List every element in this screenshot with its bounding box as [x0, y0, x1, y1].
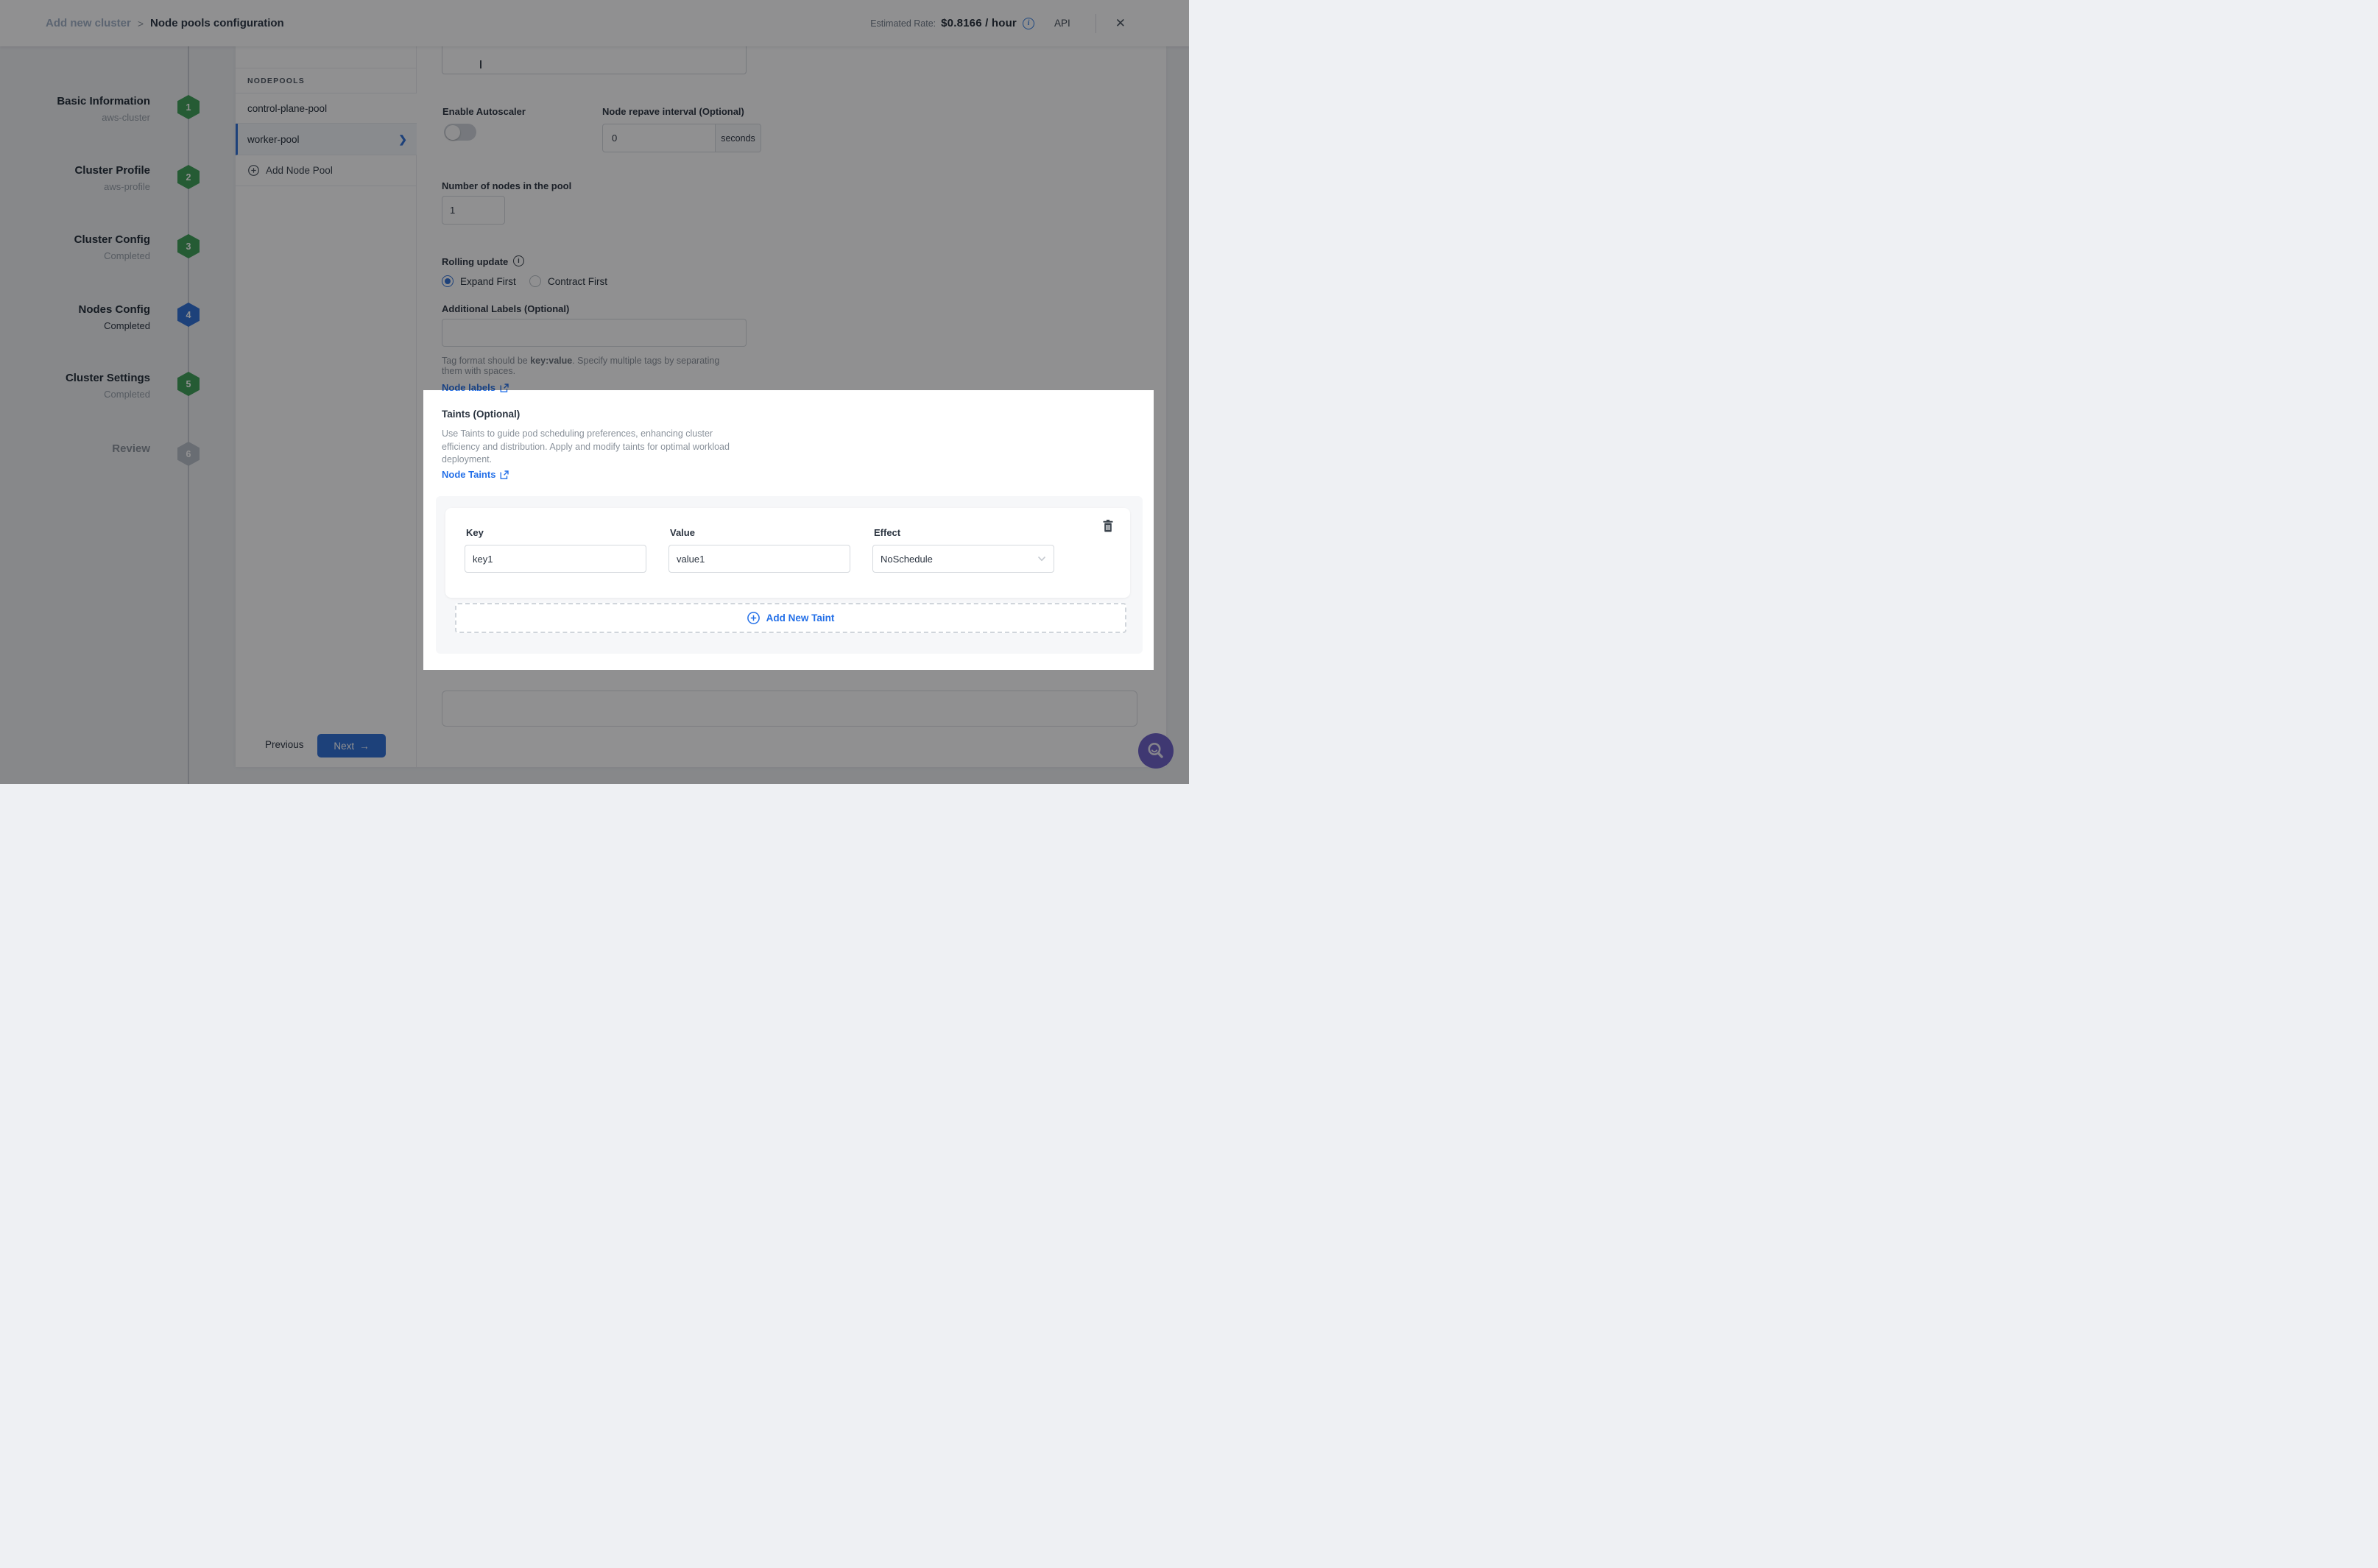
node-repave-interval-label: Node repave interval (Optional)	[602, 106, 744, 117]
step-subtitle: Completed	[0, 250, 150, 263]
step-review[interactable]: Review	[0, 442, 150, 456]
step-nodes-config[interactable]: Nodes Config Completed	[0, 303, 150, 333]
radio-contract-first-label[interactable]: Contract First	[548, 276, 607, 287]
wizard-header: Add new cluster > Node pools configurati…	[0, 0, 1189, 46]
taint-value-input[interactable]	[668, 545, 850, 573]
step-badge-2: 2	[177, 165, 200, 189]
chevron-down-icon	[1037, 556, 1046, 562]
taint-effect-select[interactable]: NoSchedule	[872, 545, 1054, 573]
nodepool-item-control-plane-pool[interactable]: control-plane-pool	[236, 93, 417, 124]
enable-autoscaler-label: Enable Autoscaler	[442, 106, 526, 117]
next-button[interactable]: Next →	[317, 734, 386, 757]
rolling-update-info-icon[interactable]: i	[513, 255, 524, 266]
step-badge-6: 6	[177, 442, 200, 466]
node-repave-interval-unit: seconds	[715, 124, 761, 152]
next-section-cutoff-box	[442, 691, 1137, 727]
additional-labels-input[interactable]	[442, 319, 747, 347]
close-icon[interactable]: ✕	[1115, 17, 1126, 29]
nodepool-item-worker-pool[interactable]: worker-pool ❯	[236, 124, 417, 155]
step-title: Nodes Config	[0, 303, 150, 317]
number-of-nodes-input[interactable]	[442, 196, 505, 225]
rate-info-icon[interactable]: i	[1023, 18, 1034, 29]
node-labels-link[interactable]: Node labels	[442, 382, 509, 393]
radio-expand-first[interactable]	[442, 275, 454, 287]
radio-contract-first[interactable]	[529, 275, 541, 287]
step-subtitle: Completed	[0, 388, 150, 401]
step-subtitle: Completed	[0, 319, 150, 333]
nodepool-label: worker-pool	[247, 134, 300, 145]
step-badge-3: 3	[177, 234, 200, 258]
step-basic-information[interactable]: Basic Information aws-cluster	[0, 94, 150, 124]
step-cluster-profile[interactable]: Cluster Profile aws-profile	[0, 163, 150, 194]
external-link-icon	[500, 470, 509, 479]
step-cluster-settings[interactable]: Cluster Settings Completed	[0, 371, 150, 401]
cutoff-text-artifact	[480, 60, 481, 68]
step-subtitle: aws-cluster	[0, 111, 150, 124]
stepper-connector-line	[188, 46, 189, 784]
help-widget-button[interactable]	[1138, 733, 1174, 769]
step-cluster-config[interactable]: Cluster Config Completed	[0, 233, 150, 263]
search-smile-icon	[1146, 741, 1165, 760]
estimated-rate-label: Estimated Rate:	[870, 18, 936, 29]
taints-description: Use Taints to guide pod scheduling prefe…	[442, 428, 730, 467]
step-title: Basic Information	[0, 94, 150, 109]
step-badge-5: 5	[177, 372, 200, 396]
taint-value-label: Value	[670, 527, 695, 538]
node-repave-interval-field: 0 seconds	[602, 124, 761, 152]
taint-effect-label: Effect	[874, 527, 900, 538]
taints-section-title: Taints (Optional)	[442, 409, 520, 420]
plus-circle-icon	[747, 612, 760, 624]
step-title: Cluster Config	[0, 233, 150, 247]
additional-labels-label: Additional Labels (Optional)	[442, 303, 569, 314]
enable-autoscaler-toggle[interactable]	[444, 124, 476, 141]
step-badge-1: 1	[177, 95, 200, 119]
node-repave-interval-input[interactable]: 0	[603, 124, 715, 152]
breadcrumb-separator: >	[138, 18, 144, 29]
page-title: Node pools configuration	[150, 17, 284, 29]
arrow-right-icon: →	[359, 741, 370, 752]
taint-effect-value: NoSchedule	[881, 554, 933, 565]
previous-button[interactable]: Previous	[265, 739, 304, 750]
delete-taint-button[interactable]	[1101, 519, 1115, 533]
step-title: Cluster Profile	[0, 163, 150, 178]
add-node-pool-button[interactable]: Add Node Pool	[236, 155, 417, 186]
header-divider	[1095, 14, 1096, 33]
taint-key-label: Key	[466, 527, 484, 538]
step-title: Review	[0, 442, 150, 456]
taint-key-input[interactable]	[465, 545, 646, 573]
estimated-rate-value: $0.8166 / hour	[941, 17, 1017, 29]
node-taints-link[interactable]: Node Taints	[442, 469, 509, 480]
breadcrumb: Add new cluster > Node pools configurati…	[46, 0, 284, 46]
labels-help-text: Tag format should be key:value. Specify …	[442, 356, 736, 376]
step-subtitle: aws-profile	[0, 180, 150, 194]
chevron-right-icon: ❯	[398, 133, 407, 146]
step-badge-4: 4	[177, 303, 200, 327]
add-node-pool-label: Add Node Pool	[266, 165, 333, 176]
node-pools-configuration-page: Basic Information aws-cluster 1 Cluster …	[0, 0, 1189, 784]
external-link-icon	[500, 384, 509, 392]
nodepool-label: control-plane-pool	[247, 103, 327, 114]
plus-circle-icon	[248, 165, 259, 176]
toggle-knob	[445, 125, 460, 140]
add-new-taint-button[interactable]: Add New Taint	[455, 603, 1126, 633]
rolling-update-label: Rolling update	[442, 256, 508, 267]
step-title: Cluster Settings	[0, 371, 150, 386]
radio-expand-first-label[interactable]: Expand First	[460, 276, 516, 287]
header-right-actions: Estimated Rate: $0.8166 / hour i API ✕	[870, 0, 1126, 46]
api-link[interactable]: API	[1054, 18, 1070, 29]
number-of-nodes-label: Number of nodes in the pool	[442, 180, 571, 191]
breadcrumb-parent-link[interactable]: Add new cluster	[46, 17, 131, 29]
nodepools-header: NODEPOOLS	[236, 68, 417, 93]
